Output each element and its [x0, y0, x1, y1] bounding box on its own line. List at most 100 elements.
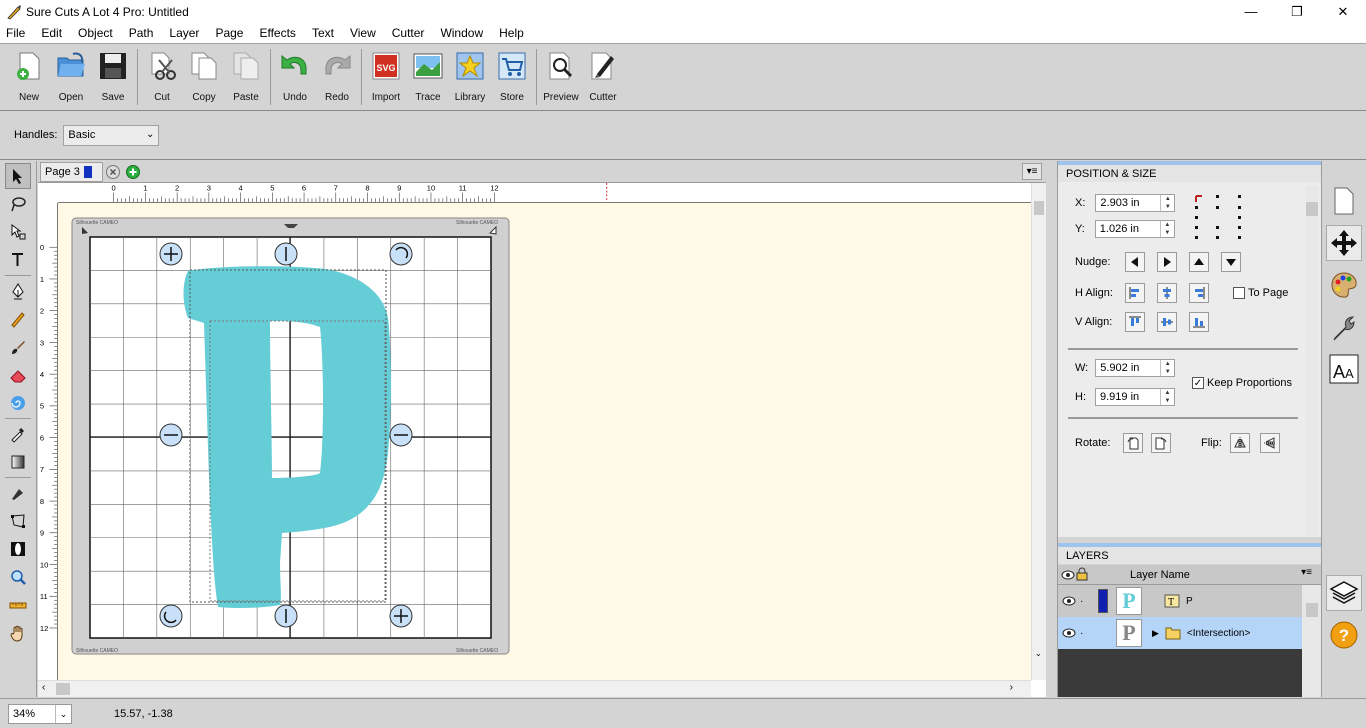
menu-text[interactable]: Text: [304, 26, 342, 40]
scroll-down-icon[interactable]: ⌄: [1035, 649, 1042, 658]
library-button[interactable]: Library: [449, 44, 491, 110]
resize-left-handle-icon[interactable]: [159, 423, 183, 447]
x-spinner[interactable]: ▲ ▼: [1160, 195, 1174, 211]
to-page-check[interactable]: [1233, 287, 1245, 299]
y-input[interactable]: 1.026 in ▲ ▼: [1094, 220, 1175, 238]
layers-menu-button[interactable]: ▾≡: [1301, 567, 1312, 578]
help-button[interactable]: ?: [1326, 617, 1362, 653]
keep-proportions-checkbox[interactable]: ✓ Keep Proportions: [1192, 377, 1292, 389]
resize-right-handle-icon[interactable]: [389, 423, 413, 447]
menu-path[interactable]: Path: [121, 26, 162, 40]
minimize-button[interactable]: —: [1228, 0, 1274, 23]
menu-edit[interactable]: Edit: [33, 26, 70, 40]
flip-vertical-button[interactable]: [1259, 433, 1280, 453]
align-right-button[interactable]: [1189, 283, 1209, 303]
height-spinner[interactable]: ▲ ▼: [1160, 389, 1174, 405]
layer-lock-dot[interactable]: ·: [1080, 628, 1086, 639]
rotate-bottom-left-handle-icon[interactable]: [159, 604, 183, 628]
settings-panel-button[interactable]: [1326, 309, 1362, 345]
node-edit-tool[interactable]: [5, 219, 31, 245]
nudge-right-button[interactable]: [1157, 252, 1177, 272]
open-button[interactable]: Open: [50, 44, 92, 110]
save-button[interactable]: Save: [92, 44, 134, 110]
brush-tool[interactable]: [5, 334, 31, 360]
eyedropper-tool[interactable]: [5, 421, 31, 447]
scroll-left-icon[interactable]: ‹: [42, 682, 45, 693]
redo-button[interactable]: Redo: [316, 44, 358, 110]
align-top-button[interactable]: [1125, 312, 1145, 332]
trace-button[interactable]: Trace: [407, 44, 449, 110]
preview-button[interactable]: Preview: [540, 44, 582, 110]
page-tab-3[interactable]: Page 3: [40, 161, 103, 182]
pan-tool[interactable]: [5, 620, 31, 646]
nudge-left-button[interactable]: [1125, 252, 1145, 272]
new-button[interactable]: New: [8, 44, 50, 110]
add-page-icon[interactable]: [125, 164, 141, 180]
layer-row-p[interactable]: · P T P: [1058, 585, 1302, 617]
select-tool[interactable]: [5, 163, 31, 189]
layer-visibility-eye-icon[interactable]: [1062, 594, 1076, 608]
align-center-h-button[interactable]: [1157, 283, 1177, 303]
handles-select[interactable]: Basic ⌄: [63, 124, 160, 146]
knife-tool[interactable]: [5, 480, 31, 506]
layer-lock-dot[interactable]: ·: [1080, 596, 1086, 607]
y-spinner[interactable]: ▲ ▼: [1159, 221, 1174, 237]
menu-help[interactable]: Help: [491, 26, 532, 40]
close-button[interactable]: ✕: [1320, 0, 1366, 23]
layer-color-swatch[interactable]: [1098, 589, 1108, 613]
position-panel-scrollbar[interactable]: [1306, 186, 1318, 536]
menu-object[interactable]: Object: [70, 26, 121, 40]
menu-file[interactable]: File: [0, 26, 33, 40]
move-handle-icon[interactable]: [159, 242, 183, 266]
lock-icon[interactable]: [1076, 567, 1088, 581]
canvas-vertical-scrollbar[interactable]: ⌄: [1031, 183, 1046, 680]
anchor-point-grid[interactable]: [1194, 194, 1244, 240]
to-page-checkbox[interactable]: To Page: [1233, 287, 1288, 299]
spiral-tool[interactable]: [5, 390, 31, 416]
layers-panel-button[interactable]: [1326, 575, 1362, 611]
width-input[interactable]: 5.902 in ▲ ▼: [1095, 359, 1176, 377]
maximize-button[interactable]: ❐: [1274, 0, 1320, 23]
flip-horizontal-button[interactable]: [1229, 433, 1250, 453]
canvas-horizontal-scrollbar[interactable]: ‹ ›: [38, 680, 1031, 697]
nudge-up-button[interactable]: [1189, 252, 1209, 272]
menu-effects[interactable]: Effects: [251, 26, 303, 40]
page-menu-button[interactable]: ▾≡: [1022, 163, 1042, 180]
scroll-right-icon[interactable]: ›: [1010, 682, 1013, 693]
zoom-tool[interactable]: [5, 564, 31, 590]
undo-button[interactable]: Undo: [274, 44, 316, 110]
design-workspace[interactable]: Silhouette CAMEO Silhouette CAMEO Silhou…: [58, 203, 1031, 680]
menu-view[interactable]: View: [342, 26, 384, 40]
rotate-ccw-button[interactable]: [1123, 433, 1143, 453]
resize-top-handle-icon[interactable]: [274, 242, 298, 266]
import-button[interactable]: SVG Import: [365, 44, 407, 110]
text-panel-button[interactable]: AA: [1326, 351, 1362, 387]
layer-row-intersection[interactable]: · P ▶ <Intersection>: [1058, 617, 1302, 649]
layer-visibility-eye-icon[interactable]: [1062, 626, 1076, 640]
expand-arrow-icon[interactable]: ▶: [1152, 628, 1159, 639]
menu-page[interactable]: Page: [207, 26, 251, 40]
layers-scrollbar[interactable]: [1302, 585, 1322, 697]
eye-icon[interactable]: [1061, 568, 1075, 582]
resize-corner-handle-icon[interactable]: [389, 604, 413, 628]
zoom-select[interactable]: 34% ⌄: [8, 703, 72, 724]
menu-window[interactable]: Window: [432, 26, 491, 40]
measure-tool[interactable]: [5, 592, 31, 618]
cut-button[interactable]: Cut: [141, 44, 183, 110]
shadow-tool[interactable]: [5, 536, 31, 562]
cutter-button[interactable]: Cutter: [582, 44, 624, 110]
text-tool[interactable]: [5, 247, 31, 273]
keep-proportions-check[interactable]: ✓: [1192, 377, 1204, 389]
x-input[interactable]: 2.903 in ▲ ▼: [1095, 194, 1176, 212]
menu-layer[interactable]: Layer: [161, 26, 207, 40]
align-middle-v-button[interactable]: [1157, 312, 1177, 332]
store-button[interactable]: Store: [491, 44, 533, 110]
position-panel-button[interactable]: [1326, 225, 1362, 261]
rotate-cw-button[interactable]: [1151, 433, 1171, 453]
align-bottom-button[interactable]: [1189, 312, 1209, 332]
document-panel-button[interactable]: [1326, 183, 1362, 219]
paste-button[interactable]: Paste: [225, 44, 267, 110]
pen-tool[interactable]: [5, 278, 31, 304]
pencil-tool[interactable]: [5, 306, 31, 332]
lasso-tool[interactable]: [5, 191, 31, 217]
